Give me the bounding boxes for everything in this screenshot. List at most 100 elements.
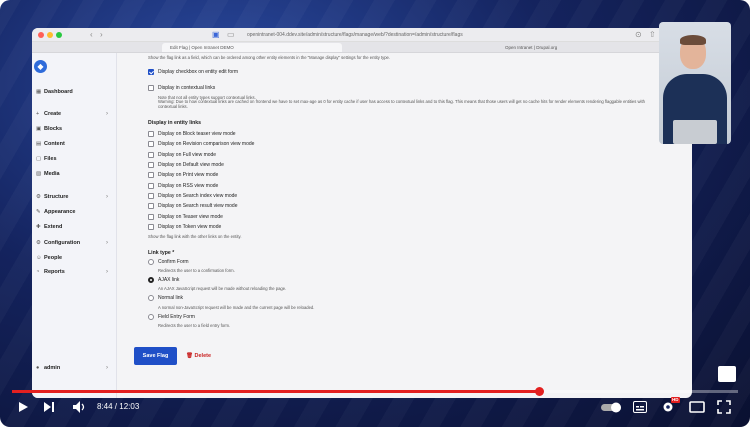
chevron-right-icon[interactable]: › — [106, 110, 108, 118]
view-mode-checkbox[interactable] — [148, 141, 154, 147]
close-dot[interactable] — [38, 32, 44, 38]
volume-icon[interactable] — [72, 400, 86, 414]
sidebar-item-extend[interactable]: ✚ Extend — [36, 223, 62, 231]
contextual-links-label: Display in contextual links — [158, 85, 216, 91]
back-icon[interactable]: ‹ — [90, 30, 93, 40]
progress-played — [12, 390, 540, 393]
display-icon[interactable]: ▭ — [227, 30, 235, 40]
contextual-links-warning: Warning: Due to how contextual links are… — [158, 99, 645, 110]
download-icon[interactable]: ⊙ — [635, 30, 642, 40]
play-icon[interactable] — [17, 401, 29, 413]
link-type-radio[interactable] — [148, 295, 154, 301]
view-mode-checkbox[interactable] — [148, 172, 154, 178]
link-type-label: AJAX link — [158, 277, 180, 283]
theater-mode-icon[interactable] — [689, 401, 705, 413]
sidebar-item-people[interactable]: ☺ People — [36, 254, 62, 262]
view-mode-label: Display on Search result view mode — [158, 203, 238, 209]
chevron-right-icon[interactable]: › — [106, 268, 108, 276]
entity-links-heading: Display in entity links — [148, 120, 202, 126]
puzzle-icon: ✚ — [36, 224, 41, 230]
media-icon: ▧ — [36, 171, 42, 177]
sidebar-item-reports[interactable]: ◔ Reports — [36, 268, 65, 276]
person-icon: ☺ — [36, 255, 42, 261]
browser-window: ‹ › ▣ ▭ openintranet-004.ddev.site/admin… — [32, 28, 692, 398]
presenter-webcam — [659, 22, 731, 144]
autoplay-toggle-icon[interactable] — [600, 402, 622, 413]
sidebar-item-blocks[interactable]: ▣ Blocks — [36, 125, 62, 133]
view-mode-checkbox[interactable] — [148, 193, 154, 199]
tab-edit-flag[interactable]: Edit Flag | Open Intranet DEMO — [162, 43, 342, 52]
chevron-right-icon[interactable]: › — [106, 239, 108, 247]
view-mode-checkbox[interactable] — [148, 203, 154, 209]
display-checkbox-label: Display checkbox on entity edit form — [158, 69, 239, 75]
presenter-hair — [680, 35, 706, 45]
sidebar-item-configuration[interactable]: ⚙ Configuration — [36, 239, 80, 247]
view-mode-label: Display on Token view mode — [158, 224, 222, 230]
tab-drupal-org[interactable]: Open Intranet | Drupal.org — [497, 43, 617, 52]
blocks-icon: ▣ — [36, 126, 42, 132]
sidebar-item-appearance[interactable]: ✎ Appearance — [36, 208, 76, 216]
view-mode-label: Display on Teaser view mode — [158, 214, 223, 220]
video-frame: ‹ › ▣ ▭ openintranet-004.ddev.site/admin… — [0, 0, 750, 427]
chevron-right-icon[interactable]: › — [106, 364, 108, 372]
view-mode-checkbox[interactable] — [148, 131, 154, 137]
laptop-icon — [673, 120, 717, 144]
brush-icon: ✎ — [36, 209, 41, 215]
field-display-description: Show the flag link as a field, which can… — [148, 55, 391, 60]
next-icon[interactable] — [43, 401, 55, 413]
fullscreen-icon[interactable] — [717, 400, 731, 414]
sidebar-icon[interactable]: ▣ — [212, 30, 220, 40]
view-mode-checkbox[interactable] — [148, 152, 154, 158]
subtitles-icon[interactable] — [633, 401, 647, 413]
display-checkbox-input[interactable] — [148, 69, 154, 75]
file-icon: ▢ — [36, 156, 42, 162]
dashboard-icon: ▦ — [36, 89, 42, 95]
channel-watermark-icon[interactable] — [718, 366, 736, 382]
link-type-radio[interactable] — [148, 314, 154, 320]
browser-toolbar: ‹ › ▣ ▭ openintranet-004.ddev.site/admin… — [32, 28, 692, 42]
view-mode-checkbox[interactable] — [148, 224, 154, 230]
chart-icon: ◔ — [36, 269, 40, 275]
view-mode-label: Display on Default view mode — [158, 162, 224, 168]
hd-badge: HD — [671, 397, 680, 403]
view-mode-label: Display on Revision comparison view mode — [158, 141, 255, 147]
link-type-description: Redirects the user to a confirmation for… — [158, 268, 235, 273]
maximize-dot[interactable] — [56, 32, 62, 38]
link-type-label: Field Entry Form — [158, 314, 195, 320]
view-mode-label: Display on Print view mode — [158, 172, 219, 178]
sidebar-item-create[interactable]: + Create — [36, 110, 61, 118]
link-type-label: Normal link — [158, 295, 184, 301]
link-type-description: Redirects the user to a field entry form… — [158, 323, 231, 328]
share-icon[interactable]: ⇧ — [649, 30, 656, 40]
chevron-right-icon[interactable]: › — [106, 193, 108, 201]
sidebar-item-structure[interactable]: ⚙ Structure — [36, 193, 68, 201]
contextual-links-checkbox[interactable] — [148, 85, 154, 91]
progress-scrubber[interactable] — [534, 387, 544, 396]
drupal-logo-icon[interactable]: ◆ — [34, 60, 47, 73]
link-type-radio[interactable] — [148, 259, 154, 265]
time-display: 8:44 / 12:03 — [97, 402, 140, 411]
user-icon: ● — [36, 365, 40, 371]
view-mode-checkbox[interactable] — [148, 214, 154, 220]
view-mode-label: Display on Full view mode — [158, 152, 217, 158]
tab-bar: Edit Flag | Open Intranet DEMO Open Intr… — [32, 42, 692, 53]
save-flag-button[interactable]: Save Flag — [134, 347, 177, 365]
view-mode-label: Display on Block teaser view mode — [158, 131, 236, 137]
structure-icon: ⚙ — [36, 194, 41, 200]
view-mode-checkbox[interactable] — [148, 183, 154, 189]
link-type-description: A normal non-JavaScript request will be … — [158, 305, 315, 310]
sidebar-item-dashboard[interactable]: ▦ Dashboard — [36, 88, 73, 96]
forward-icon[interactable]: › — [100, 30, 103, 40]
sidebar-item-admin-user[interactable]: ● admin — [36, 364, 60, 372]
view-mode-checkbox[interactable] — [148, 162, 154, 168]
link-type-description: An AJAX JavaScript request will be made … — [158, 286, 287, 291]
sidebar-item-files[interactable]: ▢ Files — [36, 155, 57, 163]
minimize-dot[interactable] — [47, 32, 53, 38]
delete-link[interactable]: 🗑 Delete — [186, 352, 211, 360]
view-mode-label: Display on RSS view mode — [158, 183, 219, 189]
link-type-radio-selected[interactable] — [148, 277, 154, 283]
sidebar-item-media[interactable]: ▧ Media — [36, 170, 60, 178]
address-bar[interactable]: openintranet-004.ddev.site/admin/structu… — [247, 30, 497, 40]
entity-links-description: Show the flag link with the other links … — [148, 234, 242, 239]
sidebar-item-content[interactable]: ▤ Content — [36, 140, 65, 148]
